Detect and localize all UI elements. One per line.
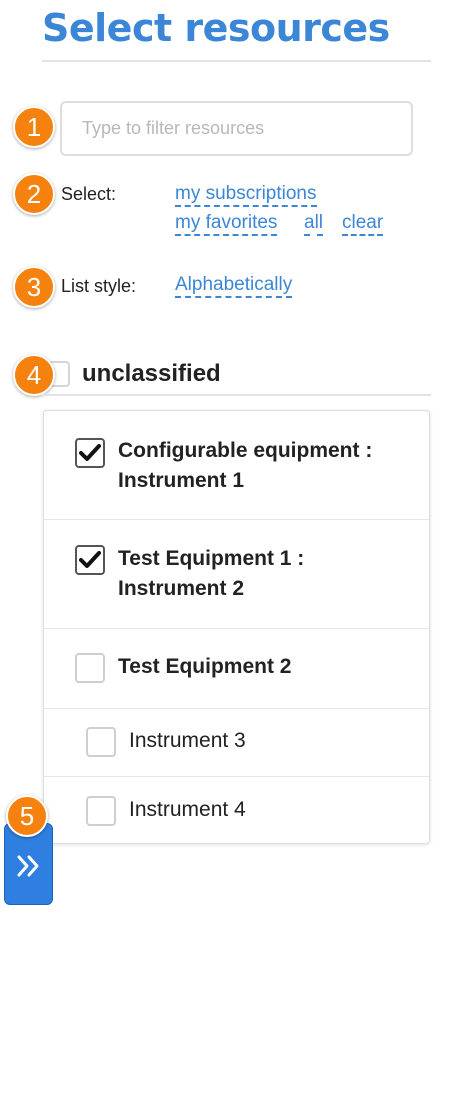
select-my-subscriptions-link[interactable]: my subscriptions	[175, 183, 317, 207]
resource-label: Test Equipment 1 : Instrument 2	[118, 544, 304, 604]
resource-row[interactable]: Test Equipment 2	[44, 629, 429, 709]
resource-row[interactable]: Instrument 3	[44, 709, 429, 777]
resource-label: Instrument 4	[129, 798, 246, 821]
select-label: Select:	[61, 184, 117, 204]
group-divider	[42, 394, 431, 396]
resource-row[interactable]: Test Equipment 1 : Instrument 2	[44, 520, 429, 629]
resource-label: Instrument 3	[129, 729, 246, 752]
title-divider	[42, 60, 431, 62]
resource-checkbox[interactable]	[86, 796, 116, 826]
checkmark-icon	[79, 551, 101, 568]
resource-row[interactable]: Instrument 4	[44, 777, 429, 843]
step-badge-4: 4	[13, 354, 55, 396]
resource-label-line2: Instrument 2	[118, 577, 245, 600]
select-clear-link[interactable]: clear	[342, 212, 384, 236]
resource-checkbox[interactable]	[75, 545, 105, 575]
step-badge-1: 1	[13, 106, 55, 148]
resource-label: Test Equipment 2	[118, 655, 292, 678]
resource-row[interactable]: Configurable equipment : Instrument 1	[44, 411, 429, 520]
resource-filter-input[interactable]	[60, 101, 413, 156]
select-all-link[interactable]: all	[304, 212, 324, 236]
step-badge-3: 3	[13, 266, 55, 308]
resource-label-line2: Instrument 1	[118, 469, 245, 492]
select-my-favorites-link[interactable]: my favorites	[175, 212, 278, 236]
resource-label: Configurable equipment : Instrument 1	[118, 436, 372, 496]
double-chevron-right-icon	[17, 855, 39, 877]
resource-list: Configurable equipment : Instrument 1 Te…	[43, 410, 430, 844]
step-badge-2: 2	[13, 173, 55, 215]
checkmark-icon	[79, 444, 101, 461]
step-badge-5: 5	[6, 795, 48, 837]
page-title: Select resources	[42, 6, 390, 50]
resource-label-line1: Test Equipment 1 :	[118, 547, 305, 570]
list-style-selector[interactable]: Alphabetically	[175, 274, 293, 298]
resource-label-line1: Configurable equipment :	[118, 439, 373, 462]
group-label: unclassified	[82, 360, 221, 387]
resource-checkbox[interactable]	[75, 438, 105, 468]
resource-checkbox[interactable]	[75, 653, 105, 683]
list-style-label: List style:	[61, 276, 137, 296]
resource-checkbox[interactable]	[86, 727, 116, 757]
